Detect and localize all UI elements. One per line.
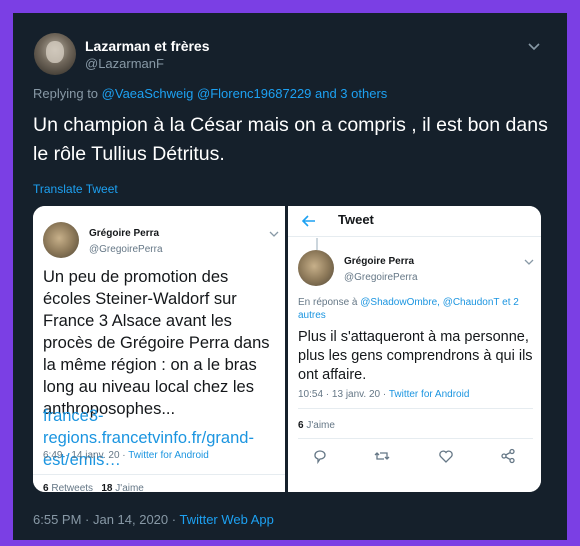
right-card-text: Plus il s'attaqueront à ma personne, plu… [298, 329, 533, 383]
reply-icon [314, 450, 326, 464]
author-name[interactable]: Lazarman et frères [85, 38, 210, 54]
arrow-left-icon [302, 215, 315, 227]
right-screenshot[interactable]: Tweet Grégoire Perra @GregoirePerra En r… [288, 206, 541, 492]
left-card-link: france3-regions.francetvinfo.fr/grand-es… [43, 407, 254, 469]
thread-line [316, 238, 318, 250]
right-likes-count: 6 [298, 420, 304, 431]
left-card-handle: @GregoirePerra [89, 244, 163, 255]
retweet-icon [374, 452, 390, 460]
left-card-meta: 6:49 · 14 janv. 20 · Twitter for Android [43, 450, 209, 461]
avatar-face [46, 41, 64, 63]
replying-to: Replying to @VaeaSchweig @Florenc1968722… [33, 86, 387, 101]
reply-mentions[interactable]: @VaeaSchweig @Florenc19687229 and 3 othe… [102, 86, 388, 101]
right-card-topbar: Tweet [288, 206, 541, 236]
divider [288, 236, 541, 237]
heart-icon [439, 450, 453, 463]
chevron-down-icon [269, 231, 279, 237]
divider [33, 474, 285, 475]
author-avatar[interactable] [34, 33, 76, 75]
translate-tweet-link[interactable]: Translate Tweet [33, 182, 118, 196]
retweets-count: 6 [43, 483, 49, 492]
right-card-title: Tweet [338, 212, 374, 227]
author-handle[interactable]: @LazarmanF [85, 56, 164, 71]
left-card-name: Grégoire Perra [89, 228, 160, 239]
right-card-meta: 10:54 · 13 janv. 20 · Twitter for Androi… [298, 389, 469, 400]
left-card-time: 6:49 · 14 janv. 20 · [43, 450, 129, 461]
right-card-name: Grégoire Perra [344, 256, 415, 267]
right-card-reply-prefix: En réponse à [298, 297, 358, 308]
right-likes-label: J'aime [306, 420, 335, 431]
right-card-via: Twitter for Android [388, 389, 470, 400]
right-card-time: 10:54 · 13 janv. 20 · [298, 389, 389, 400]
left-card-via: Twitter for Android [128, 450, 209, 461]
tweet-footer: 6:55 PM · Jan 14, 2020 · Twitter Web App [33, 512, 274, 527]
divider [298, 438, 533, 439]
left-screenshot[interactable]: Grégoire Perra @GregoirePerra Un peu de … [33, 206, 285, 492]
chevron-down-icon [524, 259, 534, 265]
tweet-text: Un champion à la César mais on a compris… [33, 114, 548, 165]
left-card-text: Un peu de promotion des écoles Steiner-W… [43, 268, 270, 418]
left-card-stats: 6 Retweets 18 J'aime [43, 483, 144, 492]
tweet-app[interactable]: Twitter Web App [179, 512, 273, 527]
likes-count: 18 [101, 483, 113, 492]
retweets-label: Retweets [51, 483, 94, 492]
replying-prefix: Replying to [33, 86, 99, 101]
right-card-likes: 6 J'aime [298, 420, 335, 431]
divider [298, 408, 533, 409]
chevron-down-icon[interactable] [527, 39, 541, 53]
tweet-timestamp[interactable]: 6:55 PM · Jan 14, 2020 · [33, 512, 179, 527]
tweet-frame: Lazarman et frères @LazarmanF Replying t… [13, 13, 567, 540]
media-images[interactable]: Grégoire Perra @GregoirePerra Un peu de … [33, 206, 541, 492]
right-card-reply: En réponse à @ShadowOmbre, @ChaudonT et … [298, 296, 530, 322]
share-icon [501, 448, 515, 464]
likes-label: J'aime [115, 483, 144, 492]
left-card-avatar [43, 222, 79, 258]
right-card-avatar [298, 250, 334, 286]
right-card-handle: @GregoirePerra [344, 272, 418, 283]
